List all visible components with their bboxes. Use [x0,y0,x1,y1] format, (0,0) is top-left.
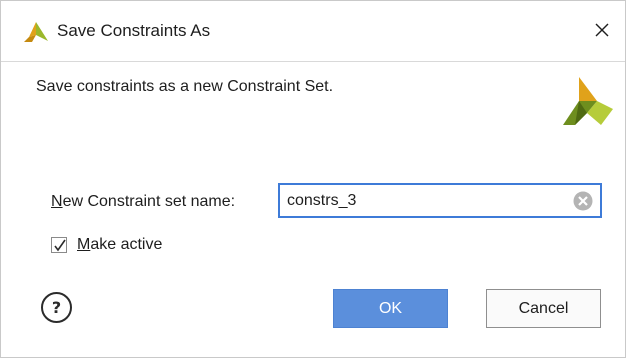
checkmark-icon [54,239,66,252]
constraint-set-name-input[interactable] [278,183,602,218]
window-title: Save Constraints As [57,21,211,40]
close-icon [595,23,609,37]
help-icon: ? [51,297,62,317]
title-bar[interactable]: Save Constraints As [1,1,625,62]
cancel-button[interactable]: Cancel [486,289,601,328]
constraint-set-name-label: New Constraint set name: [51,193,235,211]
vivado-logo-icon [24,22,48,42]
make-active-checkbox[interactable] [51,237,67,253]
clear-icon[interactable] [573,191,593,211]
ok-button[interactable]: OK [333,289,448,328]
label-mnemonic: M [77,236,91,253]
help-button[interactable]: ? [41,292,72,323]
make-active-label[interactable]: Make active [77,236,162,254]
dialog-body: Save constraints as a new Constraint Set… [1,63,625,357]
save-constraints-dialog: Save Constraints As Save constraints as … [0,0,626,358]
close-button[interactable] [587,15,617,45]
dialog-description: Save constraints as a new Constraint Set… [36,78,334,95]
label-text: ake active [90,236,163,253]
label-text: ew Constraint set name: [62,193,236,210]
label-mnemonic: N [51,193,63,210]
vivado-logo-icon [563,77,613,125]
